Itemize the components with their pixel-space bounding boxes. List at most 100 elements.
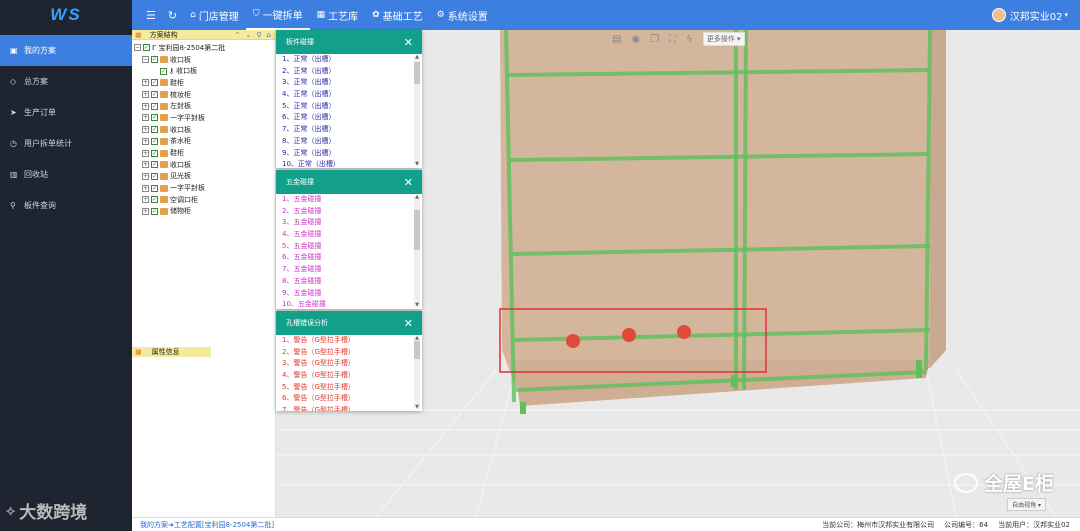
tree-node[interactable]: + ✓ 茶水柜 — [132, 136, 275, 148]
dialog-list-item[interactable]: 6、警告（G型拉手槽） — [282, 393, 422, 405]
checkbox[interactable]: ✓ — [151, 102, 158, 110]
checkbox[interactable]: ✓ — [151, 137, 158, 145]
tree-node[interactable]: + ✓ 鞋柜 — [132, 147, 275, 159]
expand-icon[interactable]: + — [142, 79, 149, 87]
sidebar-item-my-plans[interactable]: ▣ 我的方案 — [0, 35, 132, 66]
checkbox[interactable]: ✓ — [151, 149, 158, 157]
flash-icon[interactable]: ϟ — [686, 34, 693, 45]
expand-icon[interactable]: + — [142, 196, 149, 204]
dialog-list-item[interactable]: 5、五金碰撞 — [282, 241, 422, 253]
dialog-list-item[interactable]: 4、正常（出槽） — [282, 89, 422, 101]
menu-icon[interactable]: ☰ — [146, 9, 156, 22]
tree-node[interactable]: + ✓ 收口板 — [132, 159, 275, 171]
checkbox[interactable]: ✓ — [151, 79, 158, 87]
sidebar-item-total-plans[interactable]: ◇ 总方案 — [0, 66, 132, 97]
dialog-list-item[interactable]: 6、正常（出槽） — [282, 112, 422, 124]
checkbox[interactable]: ✓ — [151, 56, 158, 64]
view-angle-select[interactable]: 自由视角 ▾ — [1007, 498, 1046, 511]
sidebar-item-user-split-stats[interactable]: ◷ 用户拆单统计 — [0, 128, 132, 159]
refresh-icon[interactable]: ↻ — [168, 9, 177, 22]
dialog-list-item[interactable]: 3、五金碰撞 — [282, 217, 422, 229]
tree-node[interactable]: + ✓ 空调口柜 — [132, 194, 275, 206]
checkbox[interactable]: ✓ — [151, 114, 158, 122]
expand-icon[interactable]: + — [142, 102, 149, 110]
checkbox[interactable]: ✓ — [151, 184, 158, 192]
breadcrumb[interactable]: 我的方案➜工艺配置[宝利园8-2504第二批] — [140, 520, 274, 530]
tree-node[interactable]: + ✓ 鞋柜 — [132, 77, 275, 89]
expand-icon[interactable]: + — [142, 149, 149, 157]
tree-node[interactable]: + ✓ 见光板 — [132, 171, 275, 183]
dialog-list-item[interactable]: 7、五金碰撞 — [282, 264, 422, 276]
search-icon[interactable]: ⚲ — [256, 31, 261, 39]
sidebar-item-recycle-bin[interactable]: ▥ 回收站 — [0, 159, 132, 190]
expand-icon[interactable]: + — [142, 126, 149, 134]
nav-one-click-split[interactable]: ⛉ 一键拆单 — [245, 0, 310, 30]
tree-node[interactable]: − ✓ 收口板 — [132, 54, 275, 66]
nav-store-management[interactable]: ⌂ 门店管理 — [183, 0, 246, 30]
copy-icon[interactable]: ❐ — [650, 34, 659, 45]
checkbox[interactable]: ✓ — [151, 196, 158, 204]
nav-process-library[interactable]: ▦ 工艺库 — [310, 0, 366, 30]
expand-icon[interactable]: + — [142, 114, 149, 122]
dialog-list-item[interactable]: 7、警告（G型拉手槽） — [282, 405, 422, 411]
dialog-list-item[interactable]: 3、警告（G型拉手槽） — [282, 358, 422, 370]
tree-node[interactable]: + ✓ 左封板 — [132, 100, 275, 112]
close-icon[interactable]: ✕ — [404, 317, 413, 330]
dialog-list-item[interactable]: 6、五金碰撞 — [282, 252, 422, 264]
user-menu[interactable]: 汉邦实业02 ▾ — [991, 0, 1068, 30]
tree-node[interactable]: + ✓ 储物柜 — [132, 206, 275, 218]
fullscreen-icon[interactable]: ⛶ — [669, 34, 676, 45]
checkbox[interactable]: ✓ — [151, 91, 158, 99]
expand-icon[interactable]: + — [142, 184, 149, 192]
collapse-icon[interactable]: − — [142, 56, 149, 64]
dialog-list-item[interactable]: 9、五金碰撞 — [282, 288, 422, 300]
checkbox[interactable]: ✓ — [160, 67, 167, 75]
nav-system-settings[interactable]: ⚙ 系统设置 — [430, 0, 495, 30]
expand-icon[interactable]: + — [142, 172, 149, 180]
checkbox[interactable]: ✓ — [151, 161, 158, 169]
dialog-list-item[interactable]: 10、五金碰撞 — [282, 299, 422, 309]
scrollbar[interactable]: ▲ ▼ — [414, 335, 420, 410]
dialog-list-item[interactable]: 10、正常（出槽） — [282, 159, 422, 168]
expand-all-icon[interactable]: ⌃ — [235, 31, 241, 39]
checkbox[interactable]: ✓ — [151, 207, 158, 215]
dialog-list-item[interactable]: 8、五金碰撞 — [282, 276, 422, 288]
dialog-list-item[interactable]: 1、正常（出槽） — [282, 54, 422, 66]
sidebar-item-panel-query[interactable]: ⚲ 板件查询 — [0, 190, 132, 221]
expand-icon[interactable]: + — [142, 207, 149, 215]
dialog-list-item[interactable]: 2、五金碰撞 — [282, 206, 422, 218]
dialog-list-item[interactable]: 1、警告（G型拉手槽） — [282, 335, 422, 347]
nav-basic-process[interactable]: ✿ 基础工艺 — [365, 0, 430, 30]
dialog-list-item[interactable]: 7、正常（出槽） — [282, 124, 422, 136]
expand-icon[interactable]: + — [142, 161, 149, 169]
scrollbar[interactable]: ▲ ▼ — [414, 54, 420, 167]
expand-icon[interactable]: + — [142, 137, 149, 145]
checkbox[interactable]: ✓ — [143, 44, 150, 52]
dialog-list-item[interactable]: 5、警告（G型拉手槽） — [282, 382, 422, 394]
tree-node[interactable]: ✓ ⚷ 收口板 — [132, 65, 275, 77]
tree-node[interactable]: + ✓ 一字平封板 — [132, 112, 275, 124]
dialog-list-item[interactable]: 2、警告（G型拉手槽） — [282, 347, 422, 359]
dialog-list-item[interactable]: 9、正常（出槽） — [282, 148, 422, 160]
home-icon[interactable]: ⌂ — [267, 31, 271, 39]
dialog-list-item[interactable]: 8、正常（出槽） — [282, 136, 422, 148]
checkbox[interactable]: ✓ — [151, 126, 158, 134]
box-icon[interactable]: ▤ — [612, 34, 621, 45]
dialog-list-item[interactable]: 1、五金碰撞 — [282, 194, 422, 206]
dialog-list-item[interactable]: 5、正常（出槽） — [282, 101, 422, 113]
tree-node[interactable]: + ✓ 一字平封板 — [132, 182, 275, 194]
tree-node[interactable]: + ✓ 梳妆柜 — [132, 89, 275, 101]
checkbox[interactable]: ✓ — [151, 172, 158, 180]
target-icon[interactable]: ◉ — [631, 34, 640, 45]
dialog-list-item[interactable]: 4、五金碰撞 — [282, 229, 422, 241]
dialog-list-item[interactable]: 2、正常（出槽） — [282, 66, 422, 78]
sidebar-item-production-orders[interactable]: ➤ 生产订单 — [0, 97, 132, 128]
more-operations-button[interactable]: 更多操作 ▾ — [702, 32, 745, 46]
dialog-list-item[interactable]: 3、正常（出槽） — [282, 77, 422, 89]
tree-root[interactable]: − ✓ Γ 宝利园8-2504第二批 — [132, 42, 275, 54]
tree-node[interactable]: + ✓ 收口板 — [132, 124, 275, 136]
close-icon[interactable]: ✕ — [404, 36, 413, 49]
close-icon[interactable]: ✕ — [404, 176, 413, 189]
expand-icon[interactable]: + — [142, 91, 149, 99]
collapse-all-icon[interactable]: ⌄ — [246, 31, 252, 39]
